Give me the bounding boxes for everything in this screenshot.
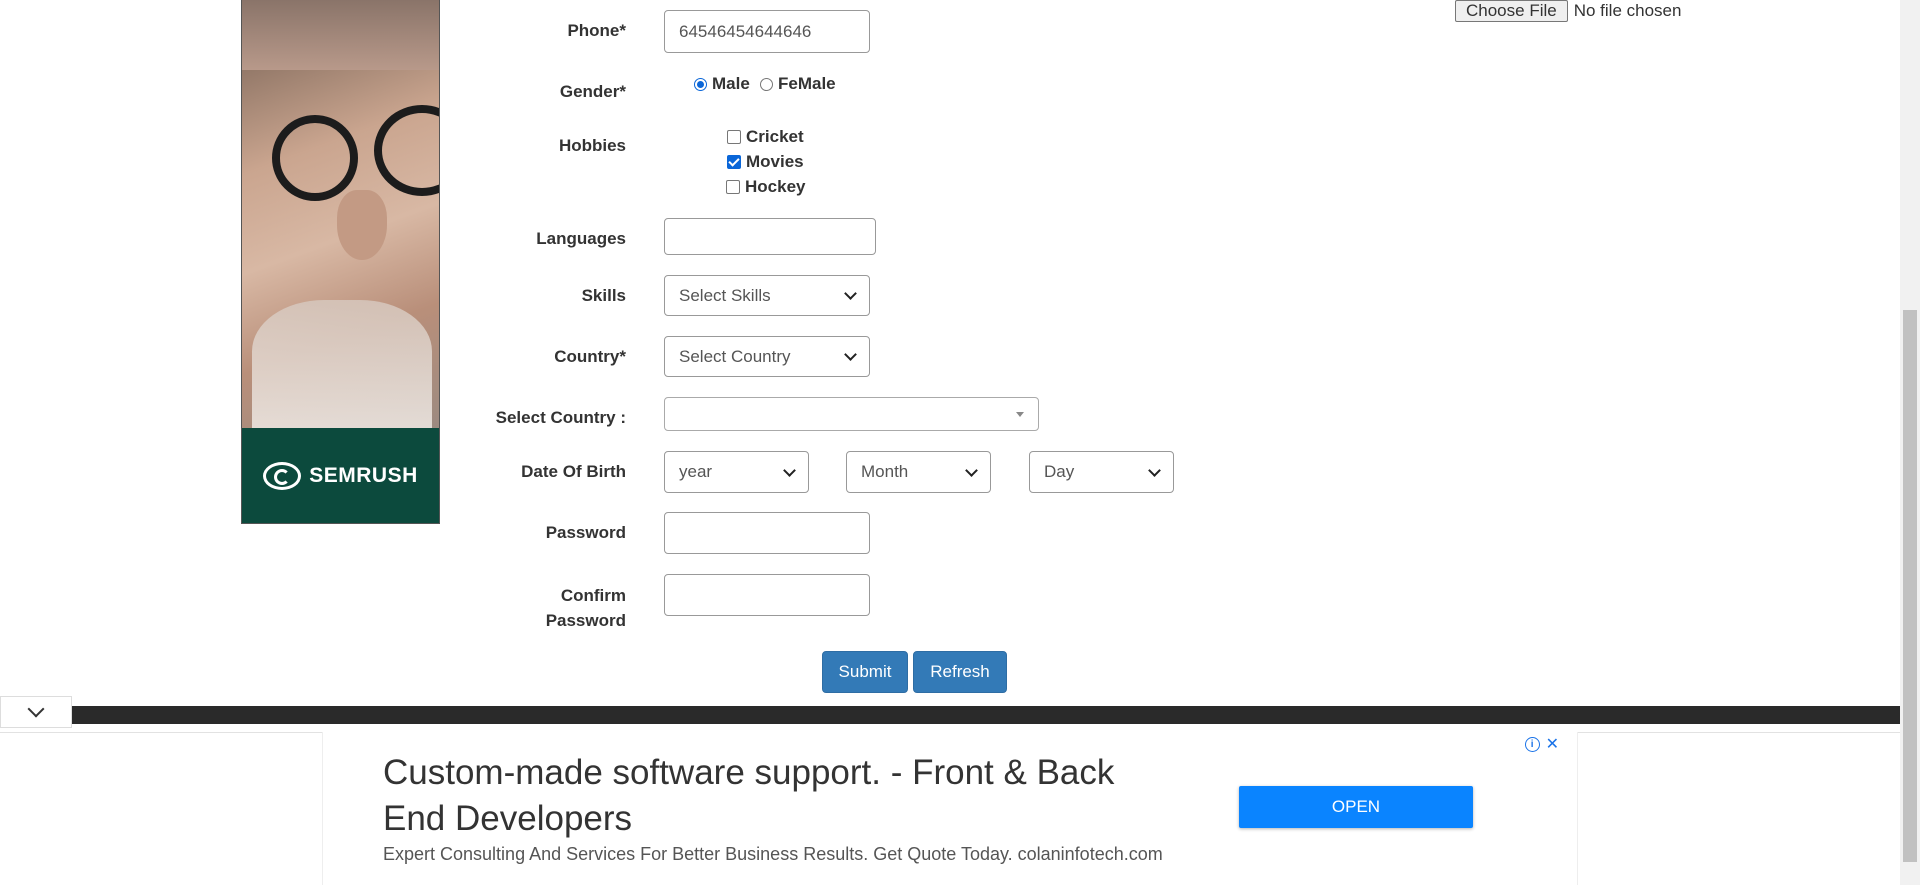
gender-male-option[interactable]: Male [694,74,750,94]
country-label: Country* [554,347,626,366]
hockey-label: Hockey [745,177,806,196]
phone-label: Phone* [567,21,626,40]
skills-selected: Select Skills [679,285,771,305]
bottom-advertisement[interactable]: i ✕ Custom-made software support. - Fron… [322,732,1578,885]
dob-year-select[interactable]: year [664,451,809,493]
dob-month-select[interactable]: Month [846,451,991,493]
male-label: Male [712,74,750,93]
submit-button[interactable]: Submit [822,651,908,693]
chevron-down-icon [783,463,796,477]
dob-day-select[interactable]: Day [1029,451,1174,493]
hobbies-label: Hobbies [558,136,626,155]
gender-label: Gender* [559,82,626,101]
languages-label: Languages [536,229,626,248]
country-select[interactable]: Select Country [664,336,870,377]
select-country-label: Select Country : [495,408,626,427]
close-icon[interactable]: ✕ [1546,734,1559,754]
hobby-cricket[interactable]: Cricket [727,127,804,147]
hobby-hockey[interactable]: Hockey [726,177,805,197]
ad-info-controls: i ✕ [1524,734,1559,754]
file-status: No file chosen [1573,1,1682,20]
country-selected: Select Country [679,346,791,366]
info-icon[interactable]: i [1524,736,1540,752]
collapse-ad-button[interactable] [0,696,72,728]
chevron-down-icon [844,348,857,361]
file-upload: Choose File No file chosen [1455,0,1681,22]
female-radio[interactable] [760,77,773,91]
left-advertisement[interactable]: SEMRUSH [241,0,440,524]
cricket-label: Cricket [746,127,804,146]
chevron-down-icon [844,287,857,300]
dob-day-value: Day [1044,462,1075,481]
male-radio[interactable] [694,77,707,91]
confirm-password-label-line1: Confirm [560,586,626,605]
female-label: FeMale [778,74,836,93]
scrollbar-thumb[interactable] [1903,310,1917,862]
ad-headline[interactable]: Custom-made software support. - Front & … [383,750,1183,842]
hobby-movies[interactable]: Movies [727,152,804,172]
phone-input[interactable]: 64546454644646 [664,10,870,53]
movies-label: Movies [746,152,804,171]
languages-input[interactable] [664,218,876,255]
ad-description: Expert Consulting And Services For Bette… [383,844,1163,864]
hockey-checkbox[interactable] [726,180,740,194]
cricket-checkbox[interactable] [727,130,741,144]
page-scrollbar[interactable] [1900,0,1920,885]
select-country-combobox[interactable] [664,397,1039,431]
skills-label: Skills [581,286,626,305]
choose-file-button[interactable]: Choose File [1455,0,1568,22]
confirm-password-label: Confirm Password [366,583,626,633]
password-input[interactable] [664,512,870,554]
dob-year-value: year [679,462,713,481]
confirm-password-label-line2: Password [545,611,626,630]
page-footer [72,706,1900,724]
dob-label: Date Of Birth [521,462,626,481]
ad-open-button[interactable]: OPEN [1239,786,1473,828]
confirm-password-input[interactable] [664,574,870,616]
skills-select[interactable]: Select Skills [664,275,870,316]
gender-female-option[interactable]: FeMale [760,74,836,94]
dropdown-arrow-icon [1016,411,1024,417]
chevron-down-icon [1148,463,1161,477]
password-label: Password [545,523,626,542]
semrush-logo-icon [263,462,302,490]
chevron-down-icon [27,700,45,718]
dob-month-value: Month [861,462,909,481]
movies-checkbox[interactable] [727,155,741,169]
refresh-button[interactable]: Refresh [913,651,1007,693]
phone-value: 64546454644646 [679,21,812,41]
chevron-down-icon [965,463,978,477]
